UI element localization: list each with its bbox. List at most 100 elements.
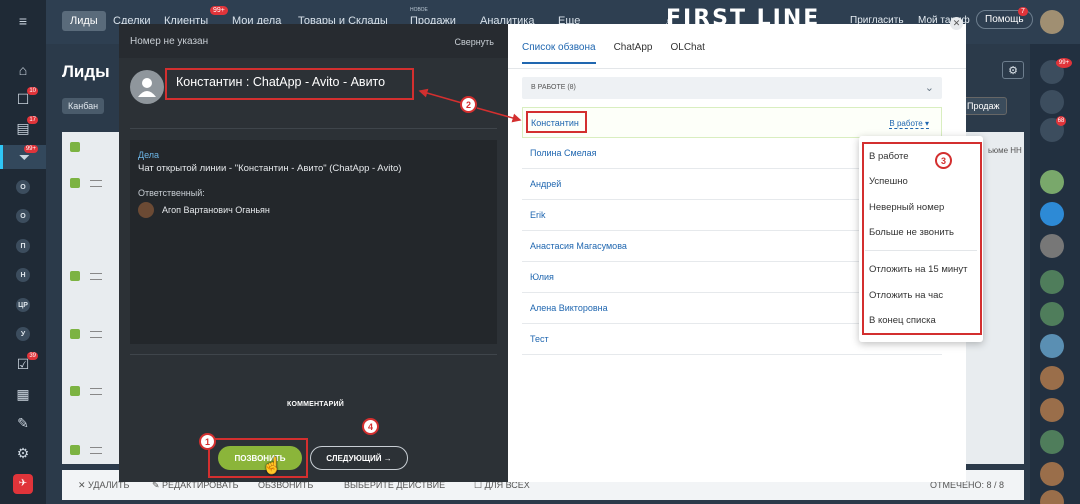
handshake-icon[interactable]: ✎ (0, 411, 46, 435)
menu-icon[interactable]: ≡ (0, 9, 46, 33)
phone-status: Номер не указан (130, 36, 209, 47)
checklist-icon[interactable]: ☑ 39 (0, 352, 46, 376)
tasks-label: Дела (138, 150, 160, 160)
task-text[interactable]: Чат открытой линии - "Константин - Авито… (138, 163, 401, 174)
store-icon[interactable]: ▦ (0, 382, 46, 406)
responsible-person[interactable]: Агоп Вартанович Оганьян (138, 202, 270, 218)
status-group-label: В РАБОТЕ (8) (531, 84, 576, 91)
contact-avatar[interactable] (1040, 234, 1064, 258)
list-item[interactable] (62, 178, 122, 208)
sidebar-letter: О (16, 180, 30, 194)
right-im-panel: 99+ 68 (1030, 44, 1080, 504)
contact-avatar[interactable] (1040, 202, 1064, 226)
sidebar-item-p[interactable]: П (0, 234, 46, 258)
contact-avatar-icon (130, 70, 164, 104)
responsible-avatar (138, 202, 154, 218)
drag-handle-icon[interactable] (90, 331, 102, 338)
status-group-header[interactable]: В РАБОТЕ (8) ⌄ (522, 77, 942, 99)
group-avatar[interactable] (1040, 462, 1064, 486)
close-icon[interactable]: ✕ (950, 17, 963, 30)
sidebar-item-n[interactable]: Н (0, 263, 46, 287)
highlight-box (862, 142, 982, 335)
chat-bubble-badge: 68 (1056, 116, 1066, 126)
new-label: НОВОЕ (410, 7, 428, 13)
contact-link[interactable]: Константин (531, 118, 579, 128)
contact-avatar[interactable] (1040, 170, 1064, 194)
contact-link[interactable]: Полина Смелая (530, 148, 597, 158)
annotation-marker-2: 2 (460, 96, 477, 113)
checkbox[interactable] (70, 445, 80, 455)
contact-link[interactable]: Анастасия Магасумова (530, 241, 627, 251)
kanban-button[interactable]: Канбан (62, 98, 105, 114)
contact-link[interactable]: Тест (530, 334, 549, 344)
chevron-down-icon: ⌄ (924, 82, 934, 94)
next-button[interactable]: СЛЕДУЮЩИЙ → (310, 446, 408, 470)
status-dropdown-trigger[interactable]: В работе ▾ (889, 119, 929, 129)
group-avatar[interactable] (1040, 334, 1064, 358)
notifications-badge: 99+ (1056, 58, 1072, 68)
drag-handle-icon[interactable] (90, 447, 102, 454)
drag-handle-icon[interactable] (90, 388, 102, 395)
checkbox[interactable] (70, 386, 80, 396)
annotation-marker-1: 1 (199, 433, 216, 450)
sales-select[interactable]: Продаж (960, 97, 1007, 115)
tab-call-list[interactable]: Список обзвона (522, 42, 596, 64)
drag-handle-icon[interactable] (90, 273, 102, 280)
checkbox[interactable] (70, 178, 80, 188)
gear-icon[interactable]: ⚙ (1002, 61, 1024, 79)
checkbox[interactable] (70, 142, 80, 152)
annotation-marker-3: 3 (935, 152, 952, 169)
left-sidebar: ≡ ⌂ ☐ 10 ▤ 17 ⏷ 99+ О О П Н ЦР У ☑ 39 ▦ ✎ ⚙ … (0, 0, 46, 504)
responsible-name: Агоп Вартанович Оганьян (162, 205, 270, 215)
status-label: В работе (889, 119, 923, 128)
sidebar-letter: У (16, 327, 30, 341)
rocket-icon[interactable]: ✈ (0, 472, 46, 496)
annotation-marker-4: 4 (362, 418, 379, 435)
settings-icon[interactable]: ⚙ (0, 441, 46, 465)
sidebar-letter: П (16, 239, 30, 253)
list-item[interactable] (62, 386, 122, 416)
tasks-icon[interactable]: ▤ 17 (0, 116, 46, 140)
collapse-link[interactable]: Свернуть (455, 37, 494, 47)
home-icon[interactable]: ⌂ (0, 58, 46, 82)
contact-link[interactable]: Алена Викторовна (530, 303, 608, 313)
clients-badge: 99+ (210, 6, 228, 15)
tab-chatapp[interactable]: ChatApp (614, 42, 653, 64)
group-avatar[interactable] (1040, 270, 1064, 294)
list-item[interactable]: Константин В работе ▾ (522, 107, 942, 138)
sidebar-item-cr[interactable]: ЦР (0, 293, 46, 317)
chat-badge: 10 (27, 87, 38, 95)
tasks-badge: 17 (27, 116, 38, 124)
contact-link[interactable]: Erik (530, 210, 546, 220)
sidebar-item-u[interactable]: У (0, 322, 46, 346)
user-avatar[interactable] (1040, 10, 1064, 34)
tab-leads[interactable]: Лиды (62, 11, 106, 31)
arrow-right-icon: → (381, 453, 392, 463)
checkbox[interactable] (70, 271, 80, 281)
bot-icon[interactable] (1040, 90, 1064, 114)
divider (130, 354, 497, 355)
group-avatar[interactable] (1040, 430, 1064, 454)
list-item[interactable] (62, 271, 122, 301)
contact-link[interactable]: Юлия (530, 272, 554, 282)
group-avatar[interactable] (1040, 366, 1064, 390)
call-button[interactable]: ПОЗВОНИТЬ (218, 446, 302, 470)
group-avatar[interactable] (1040, 302, 1064, 326)
group-avatar[interactable] (1040, 490, 1064, 504)
checkbox[interactable] (70, 329, 80, 339)
contact-link[interactable]: Андрей (530, 179, 561, 189)
group-avatar[interactable] (1040, 398, 1064, 422)
divider (130, 128, 497, 129)
comment-button[interactable]: КОММЕНТАРИЙ (287, 401, 344, 408)
sidebar-item-o1[interactable]: О (0, 175, 46, 199)
list-item[interactable] (62, 329, 122, 359)
crm-filter-icon[interactable]: ⏷ 99+ (0, 145, 46, 169)
chat-icon[interactable]: ☐ 10 (0, 87, 46, 111)
sidebar-item-o2[interactable]: О (0, 204, 46, 228)
tab-olchat[interactable]: OLChat (670, 42, 704, 64)
tasks-card: Дела Чат открытой линии - "Константин - … (130, 140, 497, 344)
help-badge: 7 (1018, 7, 1028, 16)
sidebar-letter: Н (16, 268, 30, 282)
drag-handle-icon[interactable] (90, 180, 102, 187)
sidebar-letter: О (16, 209, 30, 223)
